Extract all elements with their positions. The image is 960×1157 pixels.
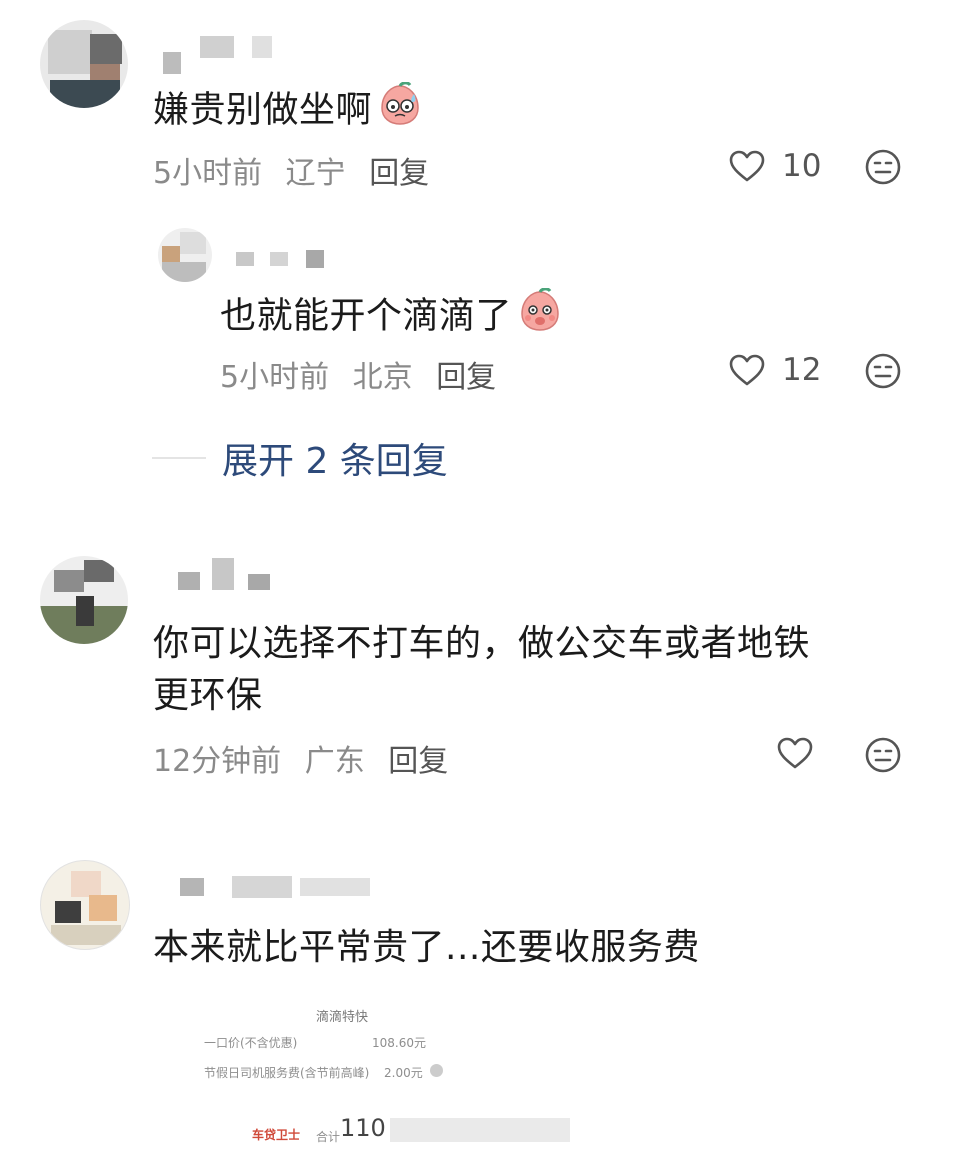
receipt-service: 滴滴特快	[316, 1010, 369, 1025]
receipt-total-label: 合计	[316, 1130, 341, 1144]
reply-meta: 5小时前 北京 回复	[220, 352, 510, 396]
comment-meta: 12分钟前 广东 回复	[153, 736, 462, 780]
comment-text-content: 嫌贵别做坐啊	[153, 89, 373, 131]
reply-location: 北京	[352, 360, 413, 395]
comment-location: 广东	[304, 744, 365, 779]
reply-button[interactable]: 回复	[388, 744, 448, 779]
reply-text-content: 也就能开个滴滴了	[220, 295, 513, 337]
heart-icon	[729, 354, 765, 386]
reply-time: 5小时前	[220, 360, 330, 395]
sweating-peach-face-icon	[378, 81, 422, 141]
like-count: 10	[782, 148, 822, 184]
divider	[152, 457, 206, 459]
comment-text: 嫌贵别做坐啊	[153, 81, 422, 141]
receipt-holiday-fee-label: 节假日司机服务费(含节前高峰)	[204, 1066, 370, 1080]
comment-location: 辽宁	[285, 156, 346, 191]
emoji-reaction-icon[interactable]	[864, 736, 902, 778]
comment-text-line: 你可以选择不打车的，做公交车或者地铁	[153, 623, 811, 664]
like-count: 12	[782, 352, 822, 388]
reply-button[interactable]: 回复	[436, 360, 496, 395]
like-button[interactable]	[776, 736, 814, 770]
comment-meta: 5小时前 辽宁 回复	[153, 148, 443, 192]
comment-text-content: 本来就比平常贵了...还要收服务费	[153, 927, 700, 968]
receipt-total: 110	[340, 1114, 386, 1142]
avatar[interactable]	[158, 228, 212, 282]
heart-icon	[729, 150, 765, 182]
info-icon	[430, 1064, 443, 1077]
avatar[interactable]	[40, 20, 128, 108]
emoji-reaction-icon[interactable]	[864, 148, 902, 190]
expand-replies-button[interactable]: 展开 2 条回复	[152, 432, 448, 484]
avatar[interactable]	[40, 556, 128, 644]
receipt-holiday-fee: 2.00元	[384, 1066, 423, 1080]
comment-time: 12分钟前	[153, 744, 282, 779]
attached-image[interactable]: 滴滴特快 一口价(不含优惠) 108.60元 节假日司机服务费(含节前高峰) 2…	[200, 980, 600, 1157]
receipt-fixed-price: 108.60元	[372, 1036, 426, 1050]
emoji-reaction-icon[interactable]	[864, 352, 902, 394]
avatar[interactable]	[40, 860, 130, 950]
shy-peach-face-icon	[518, 287, 562, 347]
like-button[interactable]: 12	[728, 352, 821, 388]
receipt-fixed-price-label: 一口价(不含优惠)	[204, 1036, 298, 1050]
brand-logo: 车贷卫士	[252, 1126, 300, 1143]
blurred-region	[390, 1118, 570, 1142]
reply-text: 也就能开个滴滴了	[220, 287, 562, 347]
comment-time: 5小时前	[153, 156, 263, 191]
comment-text: 你可以选择不打车的，做公交车或者地铁 更环保	[153, 618, 810, 722]
like-button[interactable]: 10	[728, 148, 821, 184]
heart-icon	[777, 737, 813, 769]
expand-replies-label: 展开 2 条回复	[222, 441, 448, 482]
comment-text: 本来就比平常贵了...还要收服务费	[153, 922, 700, 974]
comment-text-line: 更环保	[153, 675, 263, 716]
brand-logo-text: 车贷卫士	[252, 1128, 301, 1142]
reply-button[interactable]: 回复	[369, 156, 429, 191]
